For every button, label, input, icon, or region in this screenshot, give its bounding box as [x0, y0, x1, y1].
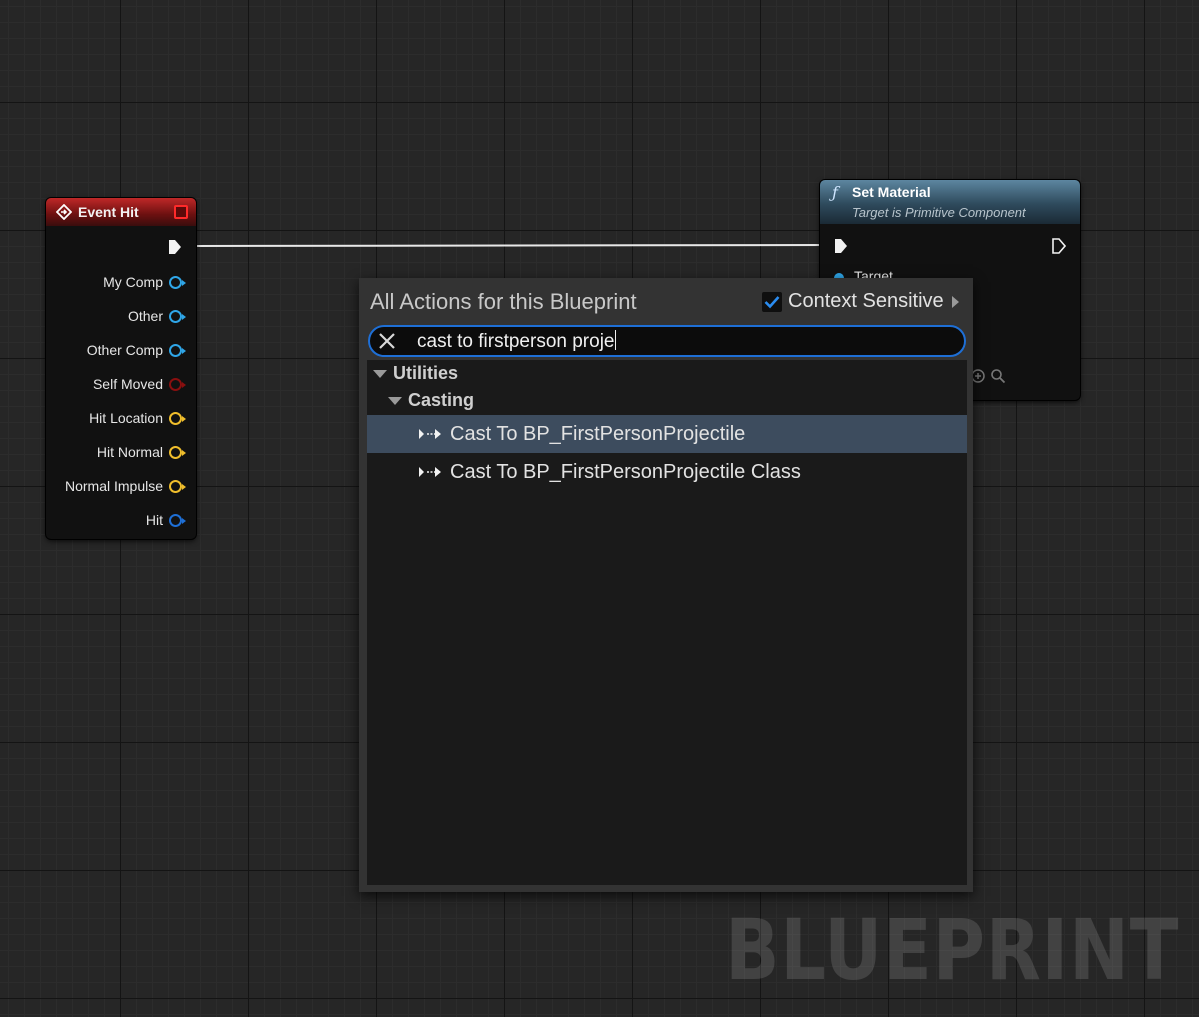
bool-pin-icon[interactable]	[169, 377, 186, 391]
text-cursor	[615, 330, 617, 350]
function-icon: ƒ	[832, 183, 838, 202]
context-sensitive-toggle[interactable]: Context Sensitive	[762, 290, 959, 313]
exec-output-pin-icon[interactable]	[168, 239, 182, 255]
search-input-value[interactable]: cast to firstperson proje	[417, 330, 617, 353]
category-label: Casting	[408, 390, 475, 410]
pin-hit-normal[interactable]: Hit Normal	[96, 442, 186, 462]
pin-label: Other	[127, 308, 163, 324]
checkmark-icon	[764, 295, 780, 308]
action-menu-title: All Actions for this Blueprint	[370, 289, 637, 314]
cast-node-icon	[419, 467, 441, 477]
struct-pin-icon[interactable]	[169, 513, 186, 527]
pin-label: Hit	[145, 512, 163, 528]
pin-label: Other Comp	[86, 342, 163, 358]
exec-input-pin-icon[interactable]	[834, 238, 848, 254]
search-text: cast to firstperson proje	[417, 331, 615, 352]
exec-output-pin-icon[interactable]	[1052, 238, 1066, 254]
action-item-cast-projectile[interactable]: Cast To BP_FirstPersonProjectile	[367, 415, 967, 453]
pin-my-comp[interactable]: My Comp	[103, 272, 186, 292]
object-pin-icon[interactable]	[169, 309, 186, 323]
pin-label: Hit Normal	[96, 444, 163, 460]
pin-other-comp[interactable]: Other Comp	[86, 340, 186, 360]
set-material-title: Set Material	[852, 184, 931, 200]
action-search-field[interactable]: cast to firstperson proje	[368, 325, 966, 357]
pin-hit-location[interactable]: Hit Location	[89, 408, 186, 428]
action-item-label: Cast To BP_FirstPersonProjectile	[450, 422, 746, 445]
action-item-cast-projectile-class[interactable]: Cast To BP_FirstPersonProjectile Class	[367, 453, 967, 491]
pin-other[interactable]: Other	[127, 306, 186, 326]
vector-pin-icon[interactable]	[169, 445, 186, 459]
category-label: Utilities	[393, 363, 459, 383]
event-icon	[56, 204, 72, 220]
pin-label: Self Moved	[92, 376, 163, 392]
object-pin-icon[interactable]	[169, 275, 186, 289]
action-tree-list: Utilities Casting Cast To BP_FirstPerson…	[367, 360, 967, 885]
set-material-header[interactable]: ƒ Set Material Target is Primitive Compo…	[820, 180, 1080, 224]
vector-pin-icon[interactable]	[169, 479, 186, 493]
collapse-triangle-icon[interactable]	[388, 396, 402, 405]
set-material-subtitle: Target is Primitive Component	[852, 205, 1026, 220]
pin-hit[interactable]: Hit	[145, 510, 186, 530]
pin-label: Normal Impulse	[64, 478, 163, 494]
clear-search-icon[interactable]	[378, 332, 396, 350]
context-sensitive-checkbox[interactable]	[762, 291, 782, 312]
category-casting[interactable]: Casting	[388, 390, 474, 411]
pin-self-moved[interactable]: Self Moved	[92, 374, 186, 394]
category-utilities[interactable]: Utilities	[373, 363, 458, 384]
pin-normal-impulse[interactable]: Normal Impulse	[64, 476, 186, 496]
node-footer-icons	[970, 368, 1006, 384]
collapse-triangle-icon[interactable]	[373, 369, 387, 378]
delegate-pin-icon[interactable]	[174, 205, 188, 219]
action-menu: All Actions for this Blueprint Context S…	[359, 278, 973, 892]
pin-label: My Comp	[103, 274, 163, 290]
event-hit-node[interactable]: Event Hit My Comp Other Other Comp Self …	[46, 198, 196, 539]
expand-arrow-icon[interactable]	[951, 295, 959, 308]
action-item-label: Cast To BP_FirstPersonProjectile Class	[450, 460, 801, 483]
vector-pin-icon[interactable]	[169, 411, 186, 425]
object-pin-icon[interactable]	[169, 343, 186, 357]
pin-label: Hit Location	[89, 410, 163, 426]
search-icon[interactable]	[990, 368, 1006, 384]
event-hit-title: Event Hit	[78, 204, 139, 220]
context-sensitive-label: Context Sensitive	[788, 290, 944, 312]
cast-node-icon	[419, 429, 441, 439]
